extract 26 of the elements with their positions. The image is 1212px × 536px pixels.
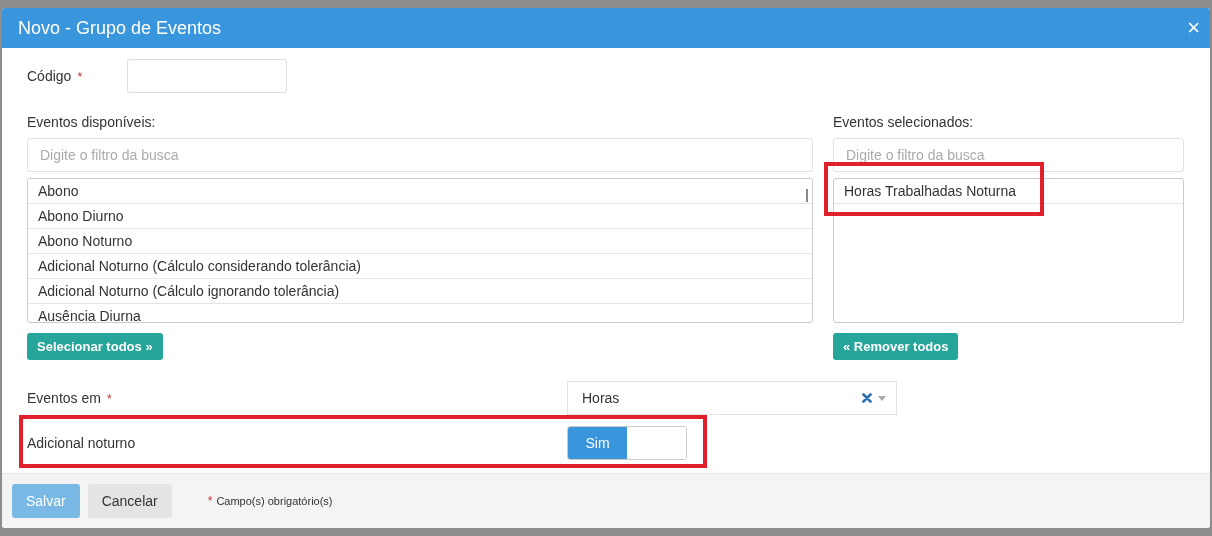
required-mark: * xyxy=(106,392,112,406)
field-label: Eventos em xyxy=(27,390,101,406)
code-field[interactable] xyxy=(127,59,287,93)
search-field[interactable]: Digite o filtro da busca xyxy=(833,138,1184,172)
field-label: Código xyxy=(27,68,72,84)
list-label: Eventos disponíveis: xyxy=(27,114,156,132)
scrollbar-thumb[interactable] xyxy=(806,189,808,202)
list-item[interactable]: Ausência Diurna xyxy=(28,304,812,322)
list-item[interactable]: Adicional Noturno (Cálculo considerando tolerância) xyxy=(28,254,812,279)
list-label: Eventos selecionados: xyxy=(833,114,974,132)
select-value: Horas xyxy=(582,390,621,406)
caret-icon[interactable] xyxy=(878,395,886,401)
clear-icon[interactable] xyxy=(862,393,872,403)
search-field[interactable]: Digite o filtro da busca xyxy=(27,138,813,172)
list-item[interactable]: Abono Diurno xyxy=(28,204,812,229)
list-item[interactable]: Adicional Noturno (Cálculo ignorando tolerância) xyxy=(28,279,812,304)
cancel-button[interactable]: Cancelar xyxy=(87,484,172,518)
field-label: Adicional noturno xyxy=(27,435,137,451)
list-item[interactable]: Abono xyxy=(28,179,812,204)
required-mark: * xyxy=(77,70,83,84)
select-field[interactable]: Horas xyxy=(567,381,897,415)
list-item[interactable]: Abono Noturno xyxy=(28,229,812,254)
dialog-title: Novo - Grupo de Eventos xyxy=(18,17,222,39)
required-mark: * xyxy=(207,494,213,508)
required-note: Campo(s) obrigatório(s) xyxy=(216,495,333,507)
list-item[interactable]: Horas Trabalhadas Noturna xyxy=(834,179,1183,204)
